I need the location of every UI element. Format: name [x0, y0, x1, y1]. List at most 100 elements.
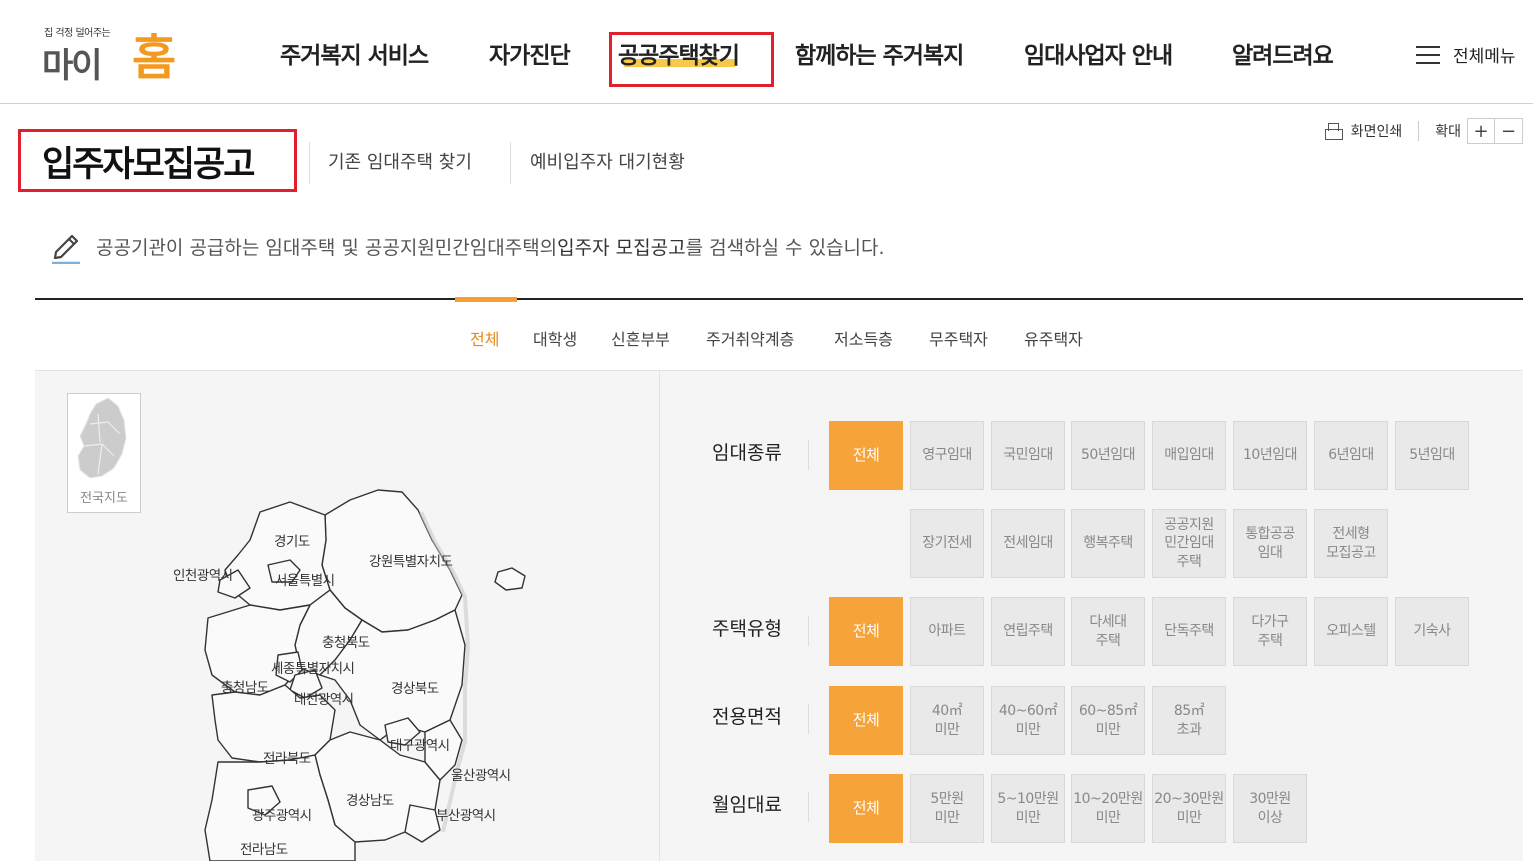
- area-option[interactable]: 40~60㎡ 미만: [991, 686, 1065, 755]
- page-title: 입주자모집공고: [42, 145, 255, 185]
- region-label-gyeonggi[interactable]: 경기도: [274, 530, 310, 550]
- nationwide-map-label: 전국지도: [80, 491, 128, 506]
- rent-type-option[interactable]: 통합공공 임대: [1233, 509, 1307, 578]
- rent-type-option[interactable]: 장기전세: [910, 509, 984, 578]
- print-button[interactable]: 화면인쇄: [1351, 121, 1403, 141]
- nav-rental-business-guide[interactable]: 임대사업자 안내: [1024, 36, 1173, 70]
- all-menu-button[interactable]: 전체메뉴: [1416, 42, 1516, 67]
- house-type-option[interactable]: 다세대 주택: [1071, 597, 1145, 666]
- house-type-option[interactable]: 기숙사: [1395, 597, 1469, 666]
- filter-label-area: 전용면적: [712, 706, 782, 728]
- region-label-gyeongbuk[interactable]: 경상북도: [391, 677, 439, 697]
- all-menu-label: 전체메뉴: [1453, 47, 1516, 67]
- divider: [808, 440, 809, 470]
- tab-homeowner[interactable]: 유주택자: [1024, 326, 1083, 350]
- tabs-top-border: [35, 298, 1523, 300]
- region-label-jeonnam[interactable]: 전라남도: [240, 838, 288, 858]
- rent-type-option[interactable]: 6년임대: [1314, 421, 1388, 490]
- rent-type-option[interactable]: 5년임대: [1395, 421, 1469, 490]
- logo-text: 마이: [42, 46, 103, 86]
- divider: [808, 704, 809, 734]
- house-type-option[interactable]: 아파트: [910, 597, 984, 666]
- house-type-option[interactable]: 전체: [829, 597, 903, 666]
- logo-tagline: 집 걱정 덜어주는: [44, 28, 111, 39]
- divider: [1418, 121, 1420, 141]
- divider: [808, 616, 809, 646]
- divider: [510, 142, 511, 184]
- area-option[interactable]: 85㎡ 초과: [1152, 686, 1226, 755]
- area-option[interactable]: 40㎡ 미만: [910, 686, 984, 755]
- rent-type-option[interactable]: 매입임대: [1152, 421, 1226, 490]
- pencil-icon: [50, 228, 82, 264]
- nav-notices[interactable]: 알려드려요: [1232, 36, 1334, 70]
- tab-newlyweds[interactable]: 신혼부부: [611, 326, 670, 350]
- region-label-jeonbuk[interactable]: 전라북도: [263, 747, 311, 767]
- hamburger-icon: [1416, 45, 1440, 64]
- region-label-seoul[interactable]: 서울특별시: [275, 569, 335, 589]
- rent-type-option[interactable]: 국민임대: [991, 421, 1065, 490]
- area-option[interactable]: 60~85㎡ 미만: [1071, 686, 1145, 755]
- zoom-label: 확대: [1435, 124, 1461, 140]
- divider: [309, 142, 310, 184]
- filter-label-house-type: 주택유형: [712, 618, 782, 640]
- rent-option[interactable]: 전체: [829, 774, 903, 843]
- rent-type-option[interactable]: 전세형 모집공고: [1314, 509, 1388, 578]
- house-type-option[interactable]: 오피스텔: [1314, 597, 1388, 666]
- region-label-gwangju[interactable]: 광주광역시: [252, 804, 312, 824]
- subnav-existing-rental[interactable]: 기존 임대주택 찾기: [328, 148, 472, 174]
- tab-active-indicator: [455, 297, 517, 302]
- house-type-option[interactable]: 단독주택: [1152, 597, 1226, 666]
- rent-type-option[interactable]: 10년임대: [1233, 421, 1307, 490]
- rent-option[interactable]: 10~20만원 미만: [1071, 774, 1145, 843]
- region-label-daejeon[interactable]: 대전광역시: [294, 688, 354, 708]
- rent-type-option[interactable]: 공공지원 민간임대 주택: [1152, 509, 1226, 578]
- rent-option[interactable]: 20~30만원 미만: [1152, 774, 1226, 843]
- site-logo[interactable]: 집 걱정 덜어주는 마이 홈: [40, 18, 180, 86]
- page-description: 공공기관이 공급하는 임대주택 및 공공지원민간임대주택의 입주자 모집공고 를 …: [50, 228, 885, 264]
- rent-type-option[interactable]: 전체: [829, 421, 903, 490]
- subnav-waiting-status[interactable]: 예비입주자 대기현황: [530, 148, 685, 174]
- korea-mini-map-icon: [77, 397, 127, 479]
- region-label-incheon[interactable]: 인천광역시: [173, 564, 233, 584]
- description-text: 공공기관이 공급하는 임대주택 및 공공지원민간임대주택의: [96, 236, 558, 259]
- rent-option[interactable]: 30만원 이상: [1233, 774, 1307, 843]
- tab-homeless[interactable]: 무주택자: [929, 326, 988, 350]
- rent-option[interactable]: 5~10만원 미만: [991, 774, 1065, 843]
- region-label-ulsan[interactable]: 울산광역시: [451, 764, 511, 784]
- region-ulleungdo: [494, 567, 526, 591]
- rent-option[interactable]: 5만원 미만: [910, 774, 984, 843]
- rent-type-option[interactable]: 영구임대: [910, 421, 984, 490]
- tab-all[interactable]: 전체: [470, 326, 499, 350]
- region-label-gangwon[interactable]: 강원특별자치도: [369, 550, 453, 570]
- region-label-sejong[interactable]: 세종특별자치시: [271, 657, 355, 677]
- description-text-end: 를 검색하실 수 있습니다.: [685, 236, 885, 259]
- panel-divider: [659, 371, 660, 861]
- divider: [808, 792, 809, 822]
- region-label-chungbuk[interactable]: 충청북도: [322, 631, 370, 651]
- zoom-out-button[interactable]: −: [1495, 118, 1523, 144]
- site-header: 집 걱정 덜어주는 마이 홈 주거복지 서비스 자가진단 공공주택찾기 함께하는…: [0, 0, 1533, 104]
- nav-together-welfare[interactable]: 함께하는 주거복지: [795, 36, 964, 70]
- description-emphasis: 입주자 모집공고: [557, 236, 686, 259]
- region-label-chungnam[interactable]: 충청남도: [221, 676, 269, 696]
- house-type-option[interactable]: 연립주택: [991, 597, 1065, 666]
- rent-type-option[interactable]: 50년임대: [1071, 421, 1145, 490]
- nav-housing-welfare-service[interactable]: 주거복지 서비스: [280, 36, 429, 70]
- rent-type-option[interactable]: 전세임대: [991, 509, 1065, 578]
- region-busan[interactable]: [404, 804, 441, 843]
- zoom-in-button[interactable]: +: [1467, 118, 1495, 144]
- area-option[interactable]: 전체: [829, 686, 903, 755]
- region-label-busan[interactable]: 부산광역시: [436, 804, 496, 824]
- region-label-daegu[interactable]: 대구광역시: [390, 734, 450, 754]
- region-label-gyeongnam[interactable]: 경상남도: [346, 789, 394, 809]
- page-utilities: 화면인쇄 확대 + −: [1323, 118, 1523, 144]
- logo-home-text: 홈: [132, 30, 177, 86]
- nav-self-diagnosis[interactable]: 자가진단: [489, 36, 571, 70]
- tab-low-income[interactable]: 저소득층: [834, 326, 893, 350]
- house-type-option[interactable]: 다가구 주택: [1233, 597, 1307, 666]
- tab-housing-vulnerable[interactable]: 주거취약계층: [706, 326, 794, 350]
- rent-type-option[interactable]: 행복주택: [1071, 509, 1145, 578]
- nationwide-map-button[interactable]: 전국지도: [67, 393, 141, 513]
- tab-university-student[interactable]: 대학생: [533, 326, 577, 350]
- filter-label-rent-type: 임대종류: [712, 442, 782, 464]
